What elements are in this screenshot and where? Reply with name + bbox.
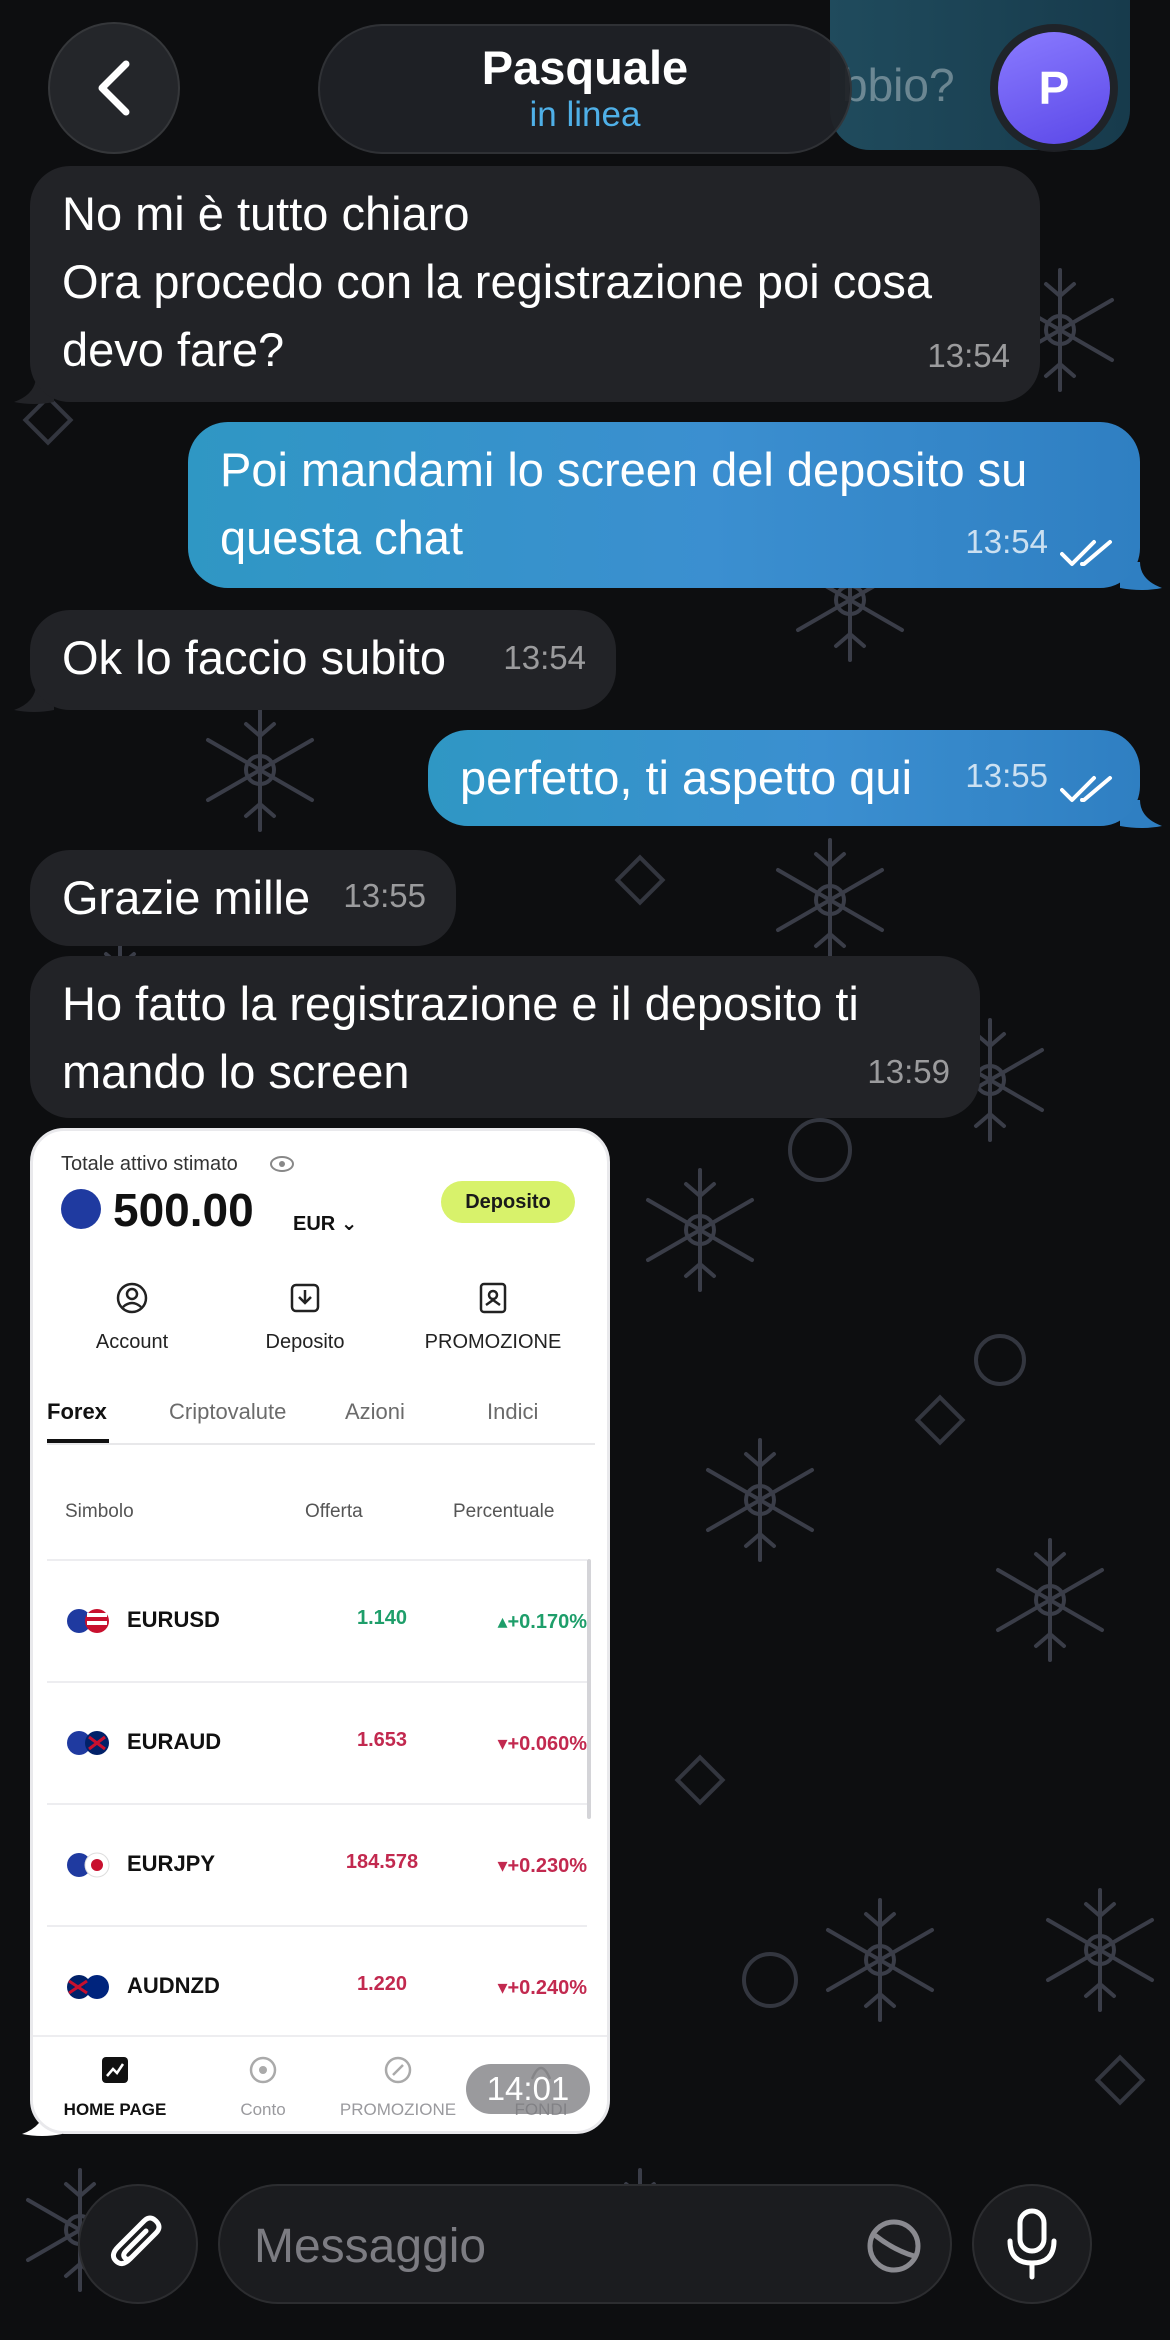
flag-pair-icon xyxy=(67,1731,109,1755)
action-promotion: PROMOZIONE xyxy=(409,1281,577,1354)
row-price: 184.578 xyxy=(345,1851,419,1873)
message-text: Ho fatto la registrazione e il deposito … xyxy=(62,977,859,1098)
image-message-time: 14:01 xyxy=(466,2064,590,2114)
action-account: Account xyxy=(77,1281,187,1354)
nav-label: Conto xyxy=(240,2100,286,2119)
voice-button[interactable] xyxy=(972,2184,1092,2304)
tab-indices: Indici xyxy=(487,1399,539,1424)
flag-pair-icon xyxy=(67,1609,109,1633)
avatar-button[interactable]: P xyxy=(990,24,1118,152)
message-outgoing[interactable]: Poi mandami lo screen del deposito su qu… xyxy=(188,422,1140,588)
percent-icon xyxy=(384,2056,412,2084)
nav-label: PROMOZIONE xyxy=(339,2100,457,2119)
message-text: No mi è tutto chiaro Ora procedo con la … xyxy=(62,187,932,376)
contact-name: Pasquale xyxy=(481,41,689,95)
row-symbol: AUDNZD xyxy=(127,1973,220,1998)
deposit-button: Deposito xyxy=(441,1181,575,1223)
chat-title[interactable]: Pasquale in linea xyxy=(318,24,852,154)
back-button[interactable] xyxy=(48,22,180,154)
message-input-container[interactable] xyxy=(218,2184,952,2304)
row-change: ▾+0.060% xyxy=(497,1733,587,1755)
contact-status: in linea xyxy=(529,94,641,134)
eye-icon xyxy=(270,1156,294,1172)
read-checkmarks-icon xyxy=(1060,540,1112,566)
microphone-icon xyxy=(1007,2208,1057,2280)
row-change-value: +0.230% xyxy=(507,1855,587,1877)
previous-message-text: bbio? xyxy=(842,59,955,111)
paperclip-icon xyxy=(110,2215,162,2267)
message-input[interactable] xyxy=(254,2206,814,2286)
chevron-left-icon xyxy=(98,60,130,116)
row-change-value: +0.240% xyxy=(507,1977,587,1999)
currency-selector: EUR ⌄ xyxy=(293,1213,358,1235)
row-symbol: EURUSD xyxy=(127,1607,220,1632)
row-change-value: +0.060% xyxy=(507,1733,587,1755)
chart-icon xyxy=(102,2057,128,2083)
download-icon xyxy=(290,1283,320,1313)
account-icon xyxy=(249,2056,277,2084)
action-label: Account xyxy=(95,1331,169,1353)
balance-amount: 500.00 xyxy=(113,1184,254,1236)
nav-account: Conto xyxy=(223,2055,303,2120)
row-price: 1.140 xyxy=(356,1607,408,1629)
promo-icon xyxy=(479,1282,507,1314)
table-row: EURAUD 1.653 ▾+0.060% xyxy=(47,1681,587,1803)
table-row: EURUSD 1.140 ▴+0.170% xyxy=(47,1559,587,1681)
row-symbol: EURAUD xyxy=(127,1729,222,1754)
row-symbol: EURJPY xyxy=(127,1851,216,1876)
message-time: 13:55 xyxy=(965,757,1048,794)
message-time: 13:59 xyxy=(867,1053,950,1090)
flag-pair-icon xyxy=(67,1975,109,1999)
action-deposit: Deposito xyxy=(245,1281,365,1354)
flag-pair-icon xyxy=(67,1852,110,1878)
read-checkmarks-icon xyxy=(1060,776,1112,802)
message-time: 13:54 xyxy=(927,337,1010,374)
action-label: Deposito xyxy=(265,1331,345,1353)
nav-label: HOME PAGE xyxy=(63,2100,167,2119)
message-time: 13:55 xyxy=(343,877,426,914)
message-time: 13:54 xyxy=(965,523,1048,560)
currency-code: EUR xyxy=(293,1213,336,1235)
message-incoming[interactable]: No mi è tutto chiaro Ora procedo con la … xyxy=(30,166,1040,402)
message-time: 13:54 xyxy=(503,639,586,676)
avatar: P xyxy=(998,32,1110,144)
row-price: 1.220 xyxy=(356,1973,408,1995)
row-change: ▾+0.230% xyxy=(497,1855,587,1877)
nav-promotion: PROMOZIONE xyxy=(333,2055,463,2120)
image-message[interactable]: Totale attivo stimato 500.00 EUR ⌄ Depos… xyxy=(30,1128,610,2134)
message-text: Poi mandami lo screen del deposito su qu… xyxy=(220,443,1028,564)
tab-stocks: Azioni xyxy=(345,1399,405,1424)
attach-button[interactable] xyxy=(78,2184,198,2304)
message-outgoing[interactable]: perfetto, ti aspetto qui 13:55 xyxy=(428,730,1140,826)
table-row: AUDNZD 1.220 ▾+0.240% xyxy=(47,1925,587,2047)
sticker-icon[interactable] xyxy=(864,2216,924,2276)
active-tab-indicator xyxy=(47,1439,109,1443)
tab-forex: Forex xyxy=(47,1399,107,1424)
scrollbar xyxy=(587,1559,591,1819)
column-symbol: Simbolo xyxy=(65,1501,134,1522)
tab-crypto: Criptovalute xyxy=(169,1399,287,1424)
column-percent: Percentuale xyxy=(453,1501,555,1522)
row-change: ▾+0.240% xyxy=(497,1977,587,1999)
nav-home: HOME PAGE xyxy=(55,2055,175,2120)
user-circle-icon xyxy=(116,1282,148,1314)
message-incoming[interactable]: Ok lo faccio subito 13:54 xyxy=(30,610,616,710)
table-row: EURJPY 184.578 ▾+0.230% xyxy=(47,1803,587,1925)
row-change: ▴+0.170% xyxy=(497,1611,587,1633)
column-offer: Offerta xyxy=(305,1501,363,1522)
row-change-value: +0.170% xyxy=(507,1611,587,1633)
eu-flag-icon xyxy=(61,1189,101,1229)
message-incoming[interactable]: Grazie mille 13:55 xyxy=(30,850,456,946)
row-price: 1.653 xyxy=(356,1729,408,1751)
message-incoming[interactable]: Ho fatto la registrazione e il deposito … xyxy=(30,956,980,1118)
market-tabs: Forex Criptovalute Azioni Indici xyxy=(47,1399,595,1445)
balance-label: Totale attivo stimato xyxy=(61,1153,238,1175)
action-label: PROMOZIONE xyxy=(424,1331,562,1353)
